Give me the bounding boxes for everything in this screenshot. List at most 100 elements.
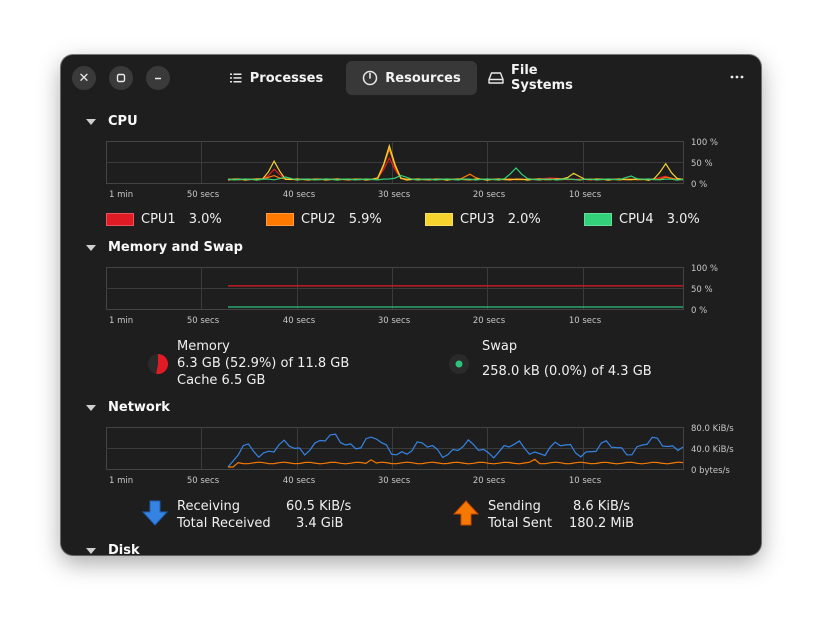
value-axis-label: 40.0 KiB/s xyxy=(691,445,734,455)
network-history-graph: 1 min 50 secs 40 secs 30 secs 20 secs 10 secs… xyxy=(106,424,734,486)
sending-label: Sending xyxy=(488,499,541,514)
cpu1-color-swatch[interactable] xyxy=(106,213,134,226)
value-axis-label: 0 bytes/s xyxy=(691,466,730,476)
memory-section-header[interactable]: Memory and Swap xyxy=(86,240,243,255)
swap-usage: 258.0 kB (0.0%) of 4.3 GB xyxy=(482,364,652,379)
total-sent-value: 180.2 MiB xyxy=(569,516,635,531)
expander-arrow-icon xyxy=(86,244,96,251)
more-horizontal-icon xyxy=(730,75,744,79)
value-axis-label: 100 % xyxy=(691,264,718,274)
disk-section-header[interactable]: Disk xyxy=(86,543,140,555)
memory-info: Memory 6.3 GB (52.9%) of 11.8 GB Cache 6… xyxy=(177,338,349,389)
cpu-history-graph: 1 min 50 secs 40 secs 30 secs 20 secs 10 secs… xyxy=(106,138,718,200)
time-axis-label: 50 secs xyxy=(187,190,220,200)
memory-title: Memory and Swap xyxy=(108,240,243,255)
time-axis-label: 40 secs xyxy=(283,476,316,486)
cpu2-name: CPU2 xyxy=(301,212,336,227)
drive-icon xyxy=(488,71,504,85)
list-icon xyxy=(229,72,243,84)
disk-title: Disk xyxy=(108,543,140,555)
value-axis-label: 0 % xyxy=(691,180,707,190)
minimize-icon xyxy=(155,77,161,80)
tab-resources-label: Resources xyxy=(385,70,461,86)
time-axis-label: 10 secs xyxy=(569,190,602,200)
cpu2-legend: CPU2 5.9% xyxy=(266,212,382,227)
time-axis-label: 1 min xyxy=(109,476,133,486)
cpu-series-line-CPU2 xyxy=(227,147,684,181)
time-axis-label: 1 min xyxy=(109,316,133,326)
cpu-section-header[interactable]: CPU xyxy=(86,114,138,129)
total-sent-label: Total Sent xyxy=(488,516,553,531)
total-received-value: 3.4 GiB xyxy=(296,516,344,531)
cpu3-color-swatch[interactable] xyxy=(425,213,453,226)
swap-pie-chart[interactable] xyxy=(447,352,471,376)
sending-icon[interactable] xyxy=(452,499,480,527)
tab-resources[interactable]: Resources xyxy=(346,61,477,95)
time-axis-label: 50 secs xyxy=(187,316,220,326)
expander-arrow-icon xyxy=(86,547,96,554)
value-axis-label: 80.0 KiB/s xyxy=(691,424,734,434)
minimize-button[interactable] xyxy=(146,66,170,90)
cpu1-name: CPU1 xyxy=(141,212,176,227)
system-monitor-window: ✕ Processes Resources File Systems CPU 1… xyxy=(61,55,761,555)
expander-arrow-icon xyxy=(86,118,96,125)
receiving-value: 60.5 KiB/s xyxy=(286,499,352,514)
swap-label: Swap xyxy=(482,339,518,354)
time-axis-label: 20 secs xyxy=(473,476,506,486)
swap-usage-dot xyxy=(455,360,463,368)
cpu3-value: 2.0% xyxy=(507,212,541,227)
memory-pie-chart[interactable] xyxy=(146,352,170,376)
memory-history-graph: 1 min 50 secs 40 secs 30 secs 20 secs 10 secs… xyxy=(106,264,718,326)
maximize-button[interactable] xyxy=(109,66,133,90)
time-axis-label: 20 secs xyxy=(473,316,506,326)
cpu-title: CPU xyxy=(108,114,138,129)
tab-processes[interactable]: Processes xyxy=(221,61,331,95)
network-title: Network xyxy=(108,400,170,415)
network-section-header[interactable]: Network xyxy=(86,400,170,415)
tab-file-systems[interactable]: File Systems xyxy=(488,61,602,95)
time-axis-label: 10 secs xyxy=(569,476,602,486)
cpu3-legend: CPU3 2.0% xyxy=(425,212,541,227)
cpu4-legend: CPU4 3.0% xyxy=(584,212,700,227)
time-axis-label: 30 secs xyxy=(378,316,411,326)
main-menu-button[interactable] xyxy=(725,65,749,89)
value-axis-label: 50 % xyxy=(691,159,713,169)
cpu3-name: CPU3 xyxy=(460,212,495,227)
maximize-icon xyxy=(116,73,126,83)
sending-info: Sending 8.6 KiB/s Total Sent 180.2 MiB xyxy=(488,498,634,532)
time-axis-label: 30 secs xyxy=(378,190,411,200)
send-series-line xyxy=(228,458,684,468)
sending-value: 8.6 KiB/s xyxy=(573,499,631,514)
receiving-icon[interactable] xyxy=(141,499,169,527)
time-axis-label: 40 secs xyxy=(283,316,316,326)
receiving-label: Receiving xyxy=(177,499,241,514)
tab-processes-label: Processes xyxy=(249,70,324,86)
cpu4-name: CPU4 xyxy=(619,212,654,227)
memory-cache: Cache 6.5 GB xyxy=(177,373,266,388)
total-received-label: Total Received xyxy=(177,516,271,531)
time-axis-label: 50 secs xyxy=(187,476,220,486)
time-axis-label: 30 secs xyxy=(378,476,411,486)
value-axis-label: 50 % xyxy=(691,285,713,295)
cpu1-legend: CPU1 3.0% xyxy=(106,212,222,227)
receiving-info: Receiving 60.5 KiB/s Total Received 3.4 Gi… xyxy=(177,498,351,532)
time-axis-label: 40 secs xyxy=(283,190,316,200)
close-button[interactable]: ✕ xyxy=(72,66,96,90)
cpu1-value: 3.0% xyxy=(188,212,222,227)
tab-file-systems-label: File Systems xyxy=(511,63,573,93)
expander-arrow-icon xyxy=(86,404,96,411)
cpu4-value: 3.0% xyxy=(666,212,700,227)
time-axis-label: 20 secs xyxy=(473,190,506,200)
cpu-series-line-CPU4 xyxy=(227,167,684,181)
close-icon: ✕ xyxy=(78,70,90,86)
gauge-icon xyxy=(362,70,378,86)
swap-info: Swap 258.0 kB (0.0%) of 4.3 GB xyxy=(482,338,652,380)
value-axis-label: 100 % xyxy=(691,138,718,148)
value-axis-label: 0 % xyxy=(691,306,707,316)
cpu2-color-swatch[interactable] xyxy=(266,213,294,226)
cpu4-color-swatch[interactable] xyxy=(584,213,612,226)
cpu-series-line-CPU1 xyxy=(227,156,684,181)
time-axis-label: 1 min xyxy=(109,190,133,200)
memory-label: Memory xyxy=(177,339,230,354)
memory-usage: 6.3 GB (52.9%) of 11.8 GB xyxy=(177,356,350,371)
